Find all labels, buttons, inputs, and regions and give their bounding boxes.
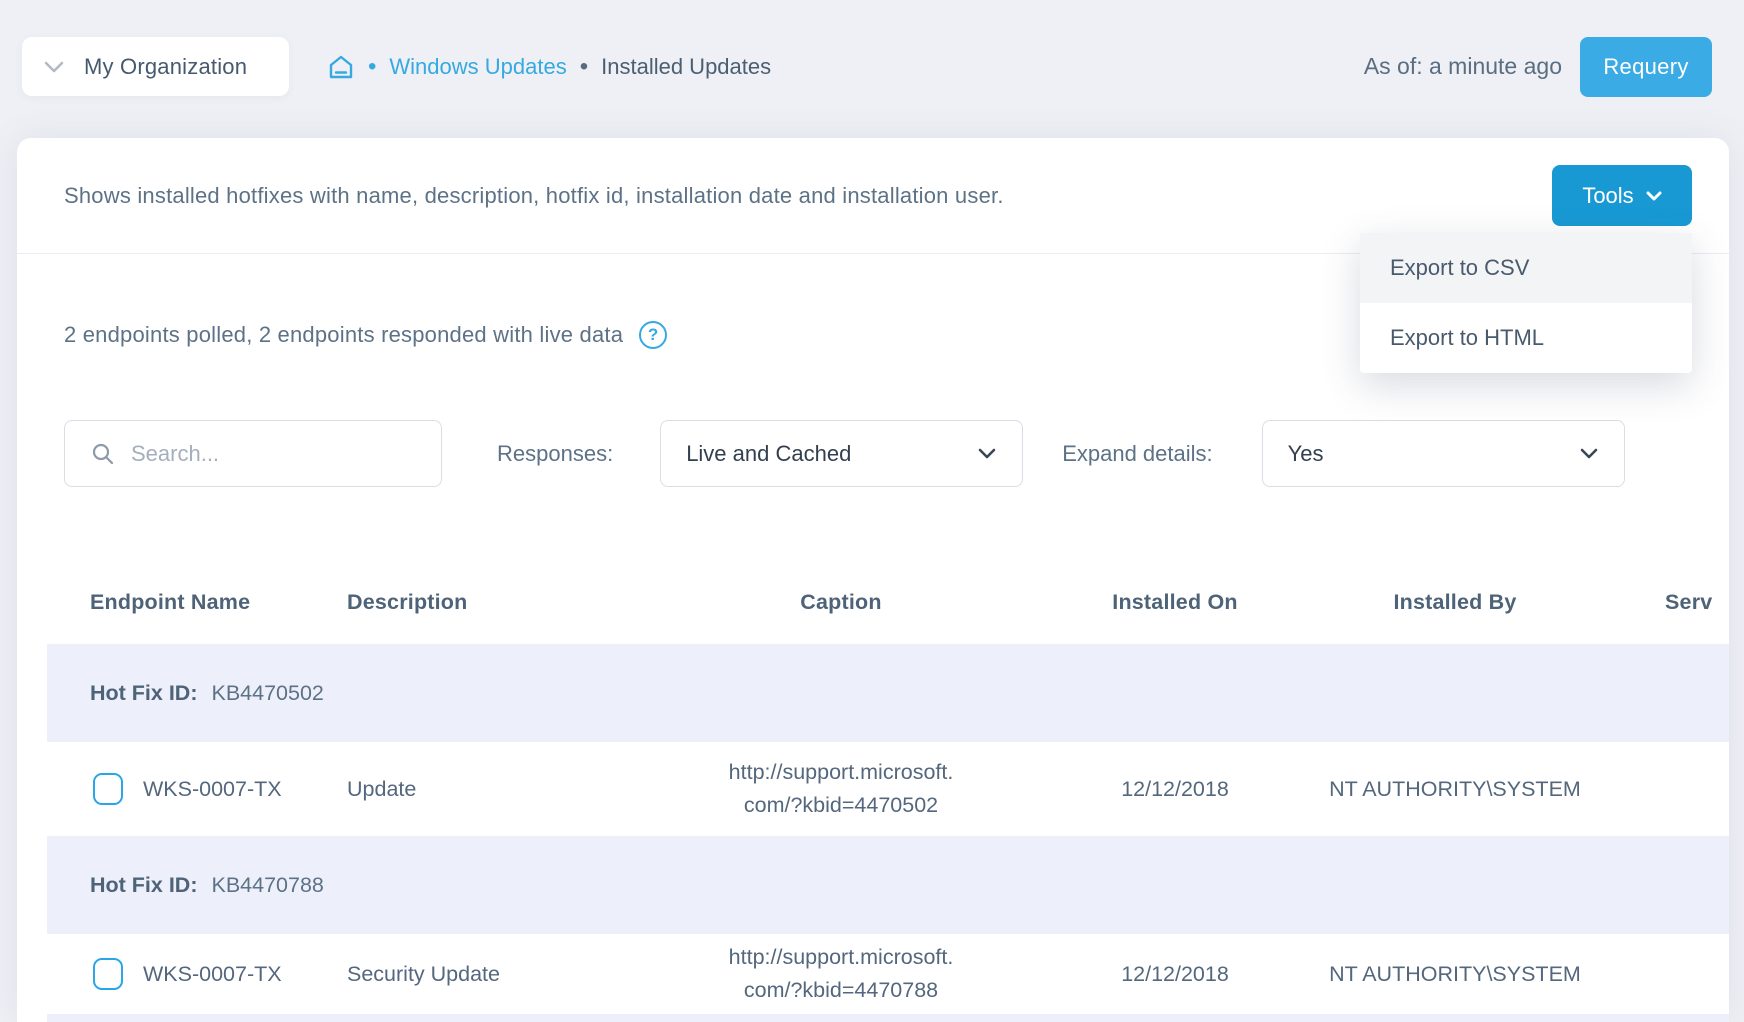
home-icon[interactable]	[327, 53, 355, 81]
breadcrumb-link-windows-updates[interactable]: Windows Updates	[389, 54, 566, 80]
installed-on-date: 12/12/2018	[1035, 962, 1315, 987]
search-icon	[91, 442, 115, 466]
column-header-service-truncated[interactable]: Serv	[1595, 590, 1729, 615]
chevron-down-icon	[44, 61, 64, 73]
requery-button[interactable]: Requery	[1580, 37, 1712, 97]
menu-item-export-html[interactable]: Export to HTML	[1360, 303, 1692, 373]
caption-line: http://support.microsoft.	[647, 756, 1035, 789]
column-header-installed-by[interactable]: Installed By	[1315, 590, 1595, 615]
update-description: Update	[347, 777, 647, 802]
help-icon[interactable]: ?	[639, 321, 667, 349]
tools-button[interactable]: Tools	[1552, 165, 1692, 226]
hotfix-id-label: Hot Fix ID:	[90, 681, 198, 706]
poll-status-text: 2 endpoints polled, 2 endpoints responde…	[64, 322, 623, 348]
caption-line: http://support.microsoft.	[647, 941, 1035, 974]
expand-details-label: Expand details:	[1062, 441, 1212, 467]
row-checkbox[interactable]	[93, 773, 123, 805]
endpoint-name: WKS-0007-TX	[143, 777, 282, 802]
endpoint-name: WKS-0007-TX	[143, 962, 282, 987]
hotfix-id-label: Hot Fix ID:	[90, 873, 198, 898]
column-header-description[interactable]: Description	[347, 590, 647, 615]
search-input[interactable]	[129, 440, 431, 468]
breadcrumb-separator: •	[580, 55, 588, 79]
report-description: Shows installed hotfixes with name, desc…	[64, 183, 1552, 209]
hotfix-group-header: Hot Fix ID: KB4470788	[47, 836, 1729, 934]
installed-on-date: 12/12/2018	[1035, 777, 1315, 802]
hotfix-group-header-partial	[47, 1014, 1729, 1022]
filter-row: Responses: Live and Cached Expand detail…	[64, 420, 1699, 487]
chevron-down-icon	[1580, 448, 1598, 459]
caption-line: com/?kbid=4470502	[647, 789, 1035, 822]
hotfix-id-value: KB4470502	[212, 681, 324, 706]
installed-by-user: NT AUTHORITY\SYSTEM	[1315, 777, 1595, 802]
top-bar: My Organization • Windows Updates • Inst…	[0, 0, 1744, 138]
responses-select-value: Live and Cached	[686, 441, 851, 467]
row-checkbox[interactable]	[93, 958, 123, 990]
search-box	[64, 420, 442, 487]
column-header-endpoint-name[interactable]: Endpoint Name	[47, 590, 347, 615]
table-header-row: Endpoint Name Description Caption Instal…	[47, 561, 1729, 644]
breadcrumb-separator: •	[368, 55, 376, 79]
organization-label: My Organization	[84, 54, 247, 80]
chevron-down-icon	[978, 448, 996, 459]
expand-details-select-value: Yes	[1288, 441, 1324, 467]
as-of-timestamp: As of: a minute ago	[1364, 37, 1562, 96]
tools-dropdown-menu: Export to CSV Export to HTML	[1360, 233, 1692, 373]
organization-selector[interactable]: My Organization	[22, 37, 289, 96]
report-card: Shows installed hotfixes with name, desc…	[17, 138, 1729, 1022]
table-row: WKS-0007-TX Security Update http://suppo…	[47, 934, 1729, 1014]
table-row: WKS-0007-TX Update http://support.micros…	[47, 742, 1729, 836]
installed-by-user: NT AUTHORITY\SYSTEM	[1315, 962, 1595, 987]
poll-status-row: 2 endpoints polled, 2 endpoints responde…	[64, 319, 667, 351]
update-description: Security Update	[347, 962, 647, 987]
menu-item-export-csv[interactable]: Export to CSV	[1360, 233, 1692, 303]
hotfix-id-value: KB4470788	[212, 873, 324, 898]
caption-line: com/?kbid=4470788	[647, 974, 1035, 1007]
breadcrumb-current-page: Installed Updates	[601, 54, 771, 80]
installed-updates-table: Endpoint Name Description Caption Instal…	[17, 561, 1729, 1022]
breadcrumb: • Windows Updates • Installed Updates	[327, 37, 771, 96]
column-header-caption[interactable]: Caption	[647, 590, 1035, 615]
update-caption-url: http://support.microsoft. com/?kbid=4470…	[647, 941, 1035, 1008]
chevron-down-icon	[1646, 191, 1662, 201]
expand-details-select[interactable]: Yes	[1262, 420, 1625, 487]
hotfix-group-header: Hot Fix ID: KB4470502	[47, 644, 1729, 742]
tools-button-label: Tools	[1582, 183, 1633, 209]
responses-label: Responses:	[497, 441, 613, 467]
update-caption-url: http://support.microsoft. com/?kbid=4470…	[647, 756, 1035, 823]
column-header-installed-on[interactable]: Installed On	[1035, 590, 1315, 615]
responses-select[interactable]: Live and Cached	[660, 420, 1023, 487]
